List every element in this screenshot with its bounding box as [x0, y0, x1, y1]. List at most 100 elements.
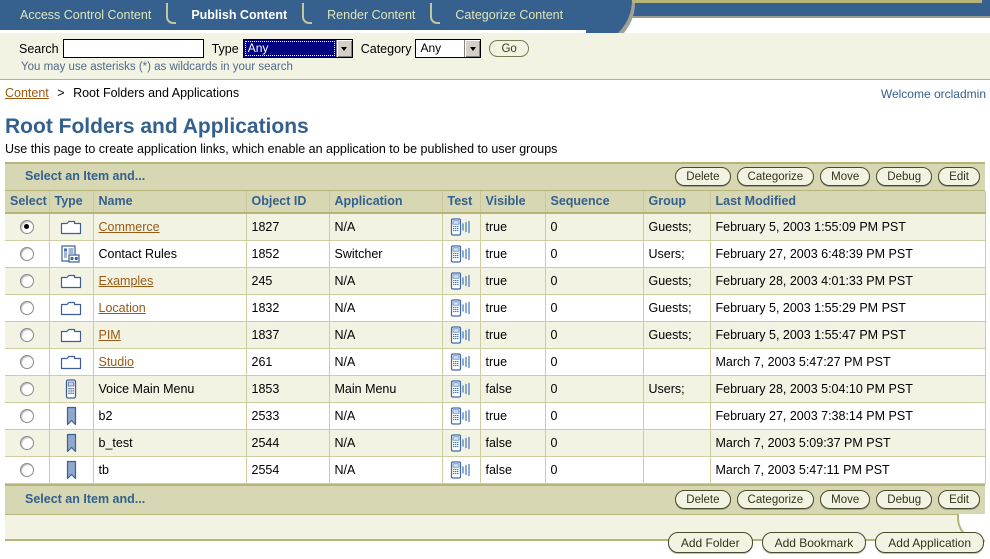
col-object-id: Object ID: [246, 191, 330, 214]
row-type-cell: [49, 294, 94, 322]
row-visible-cell: true: [480, 213, 546, 241]
add-bookmark-button[interactable]: Add Bookmark: [761, 532, 867, 553]
row-object-id-cell: 1827: [246, 213, 330, 241]
phone-test-icon[interactable]: [450, 380, 472, 398]
category-select-value: Any: [420, 41, 442, 55]
row-last-modified-cell: March 7, 2003 5:47:27 PM PST: [710, 348, 986, 376]
row-type-cell: [49, 456, 94, 484]
row-name-cell: PIM: [93, 321, 247, 349]
search-hint: You may use asterisks (*) as wildcards i…: [21, 61, 293, 73]
row-type-cell: [49, 429, 94, 457]
row-select-cell: [5, 429, 50, 457]
search-input[interactable]: [62, 39, 204, 58]
debug-button[interactable]: Debug: [876, 167, 933, 186]
row-test-cell: [442, 213, 481, 241]
phone-test-icon[interactable]: [450, 299, 472, 317]
bottom-action-bar: Select an Item and... Delete Categorize …: [5, 484, 985, 515]
go-button[interactable]: Go: [489, 40, 529, 57]
row-radio[interactable]: [19, 463, 34, 478]
row-type-cell: [49, 213, 94, 241]
row-sequence-cell: 0: [545, 456, 644, 484]
phone-test-icon[interactable]: [450, 272, 472, 290]
categorize-button[interactable]: Categorize: [736, 167, 815, 186]
row-radio[interactable]: [19, 409, 34, 424]
row-name-cell: tb: [93, 456, 247, 484]
add-folder-button[interactable]: Add Folder: [667, 532, 753, 553]
delete-button[interactable]: Delete: [675, 167, 731, 186]
top-action-bar: Select an Item and... Delete Categorize …: [5, 162, 985, 191]
row-name-link[interactable]: Commerce: [99, 220, 160, 234]
tab-categorize-content[interactable]: Categorize Content: [441, 0, 577, 30]
row-radio[interactable]: [19, 355, 34, 370]
row-radio[interactable]: [19, 328, 34, 343]
edit-button-bottom[interactable]: Edit: [938, 490, 980, 509]
row-radio[interactable]: [19, 382, 34, 397]
phone-test-icon[interactable]: [450, 353, 472, 371]
type-label: Type: [211, 41, 239, 56]
type-select[interactable]: Any: [242, 39, 353, 58]
folder-icon: [60, 219, 82, 235]
row-name-link[interactable]: Studio: [99, 355, 134, 369]
row-last-modified-cell: February 28, 2003 5:04:10 PM PST: [710, 375, 986, 403]
category-select[interactable]: Any: [415, 39, 482, 58]
row-application-cell: Switcher: [329, 240, 443, 268]
debug-button-bottom[interactable]: Debug: [876, 490, 933, 509]
phone-test-icon[interactable]: [450, 326, 472, 344]
row-name-cell: b_test: [93, 429, 247, 457]
bookmark-icon: [66, 460, 77, 480]
chevron-down-icon[interactable]: [464, 40, 481, 57]
row-name-text: b_test: [98, 436, 133, 450]
tab-access-control-content[interactable]: Access Control Content: [6, 0, 165, 30]
tab-publish-content[interactable]: Publish Content: [177, 0, 301, 30]
folder-icon: [60, 300, 82, 316]
phone-test-icon[interactable]: [450, 218, 472, 236]
row-application-cell: N/A: [329, 267, 443, 295]
phone-test-icon[interactable]: [450, 434, 472, 452]
row-sequence-cell: 0: [545, 267, 644, 295]
page-description: Use this page to create application link…: [5, 142, 558, 156]
row-sequence-cell: 0: [545, 213, 644, 241]
edit-button[interactable]: Edit: [938, 167, 980, 186]
breadcrumb-current: Root Folders and Applications: [73, 86, 240, 100]
row-radio[interactable]: [19, 220, 34, 235]
row-object-id-cell: 2554: [246, 456, 330, 484]
row-name-link[interactable]: Location: [99, 301, 146, 315]
row-radio[interactable]: [19, 436, 34, 451]
chevron-down-icon[interactable]: [335, 40, 352, 57]
phone-test-icon[interactable]: [450, 461, 472, 479]
row-type-cell: [49, 240, 94, 268]
phone-test-icon[interactable]: [450, 245, 472, 263]
row-name-link[interactable]: PIM: [99, 328, 121, 342]
move-button[interactable]: Move: [820, 167, 871, 186]
row-application-cell: N/A: [329, 213, 443, 241]
move-button-bottom[interactable]: Move: [820, 490, 871, 509]
phone-app-icon: [65, 379, 77, 399]
content-table: Select Type Name Object ID Application T…: [5, 191, 986, 484]
delete-button-bottom[interactable]: Delete: [675, 490, 731, 509]
phone-test-icon[interactable]: [450, 407, 472, 425]
row-visible-cell: true: [480, 402, 546, 430]
row-group-cell: Users;: [643, 375, 711, 403]
table-body: Commerce 1827 N/A true 0 Guests; February 5, 2…: [5, 213, 986, 484]
page-title: Root Folders and Applications: [5, 115, 309, 138]
table-row: PIM 1837 N/A true 0 Guests; February 5, 2003 1…: [5, 321, 986, 349]
row-visible-cell: true: [480, 240, 546, 268]
row-test-cell: [442, 294, 481, 322]
row-radio[interactable]: [19, 274, 34, 289]
row-name-link[interactable]: Examples: [99, 274, 154, 288]
tab-render-content[interactable]: Render Content: [313, 0, 429, 30]
categorize-button-bottom[interactable]: Categorize: [736, 490, 815, 509]
row-application-cell: N/A: [329, 321, 443, 349]
row-application-cell: N/A: [329, 456, 443, 484]
add-application-button[interactable]: Add Application: [875, 532, 984, 553]
row-radio[interactable]: [19, 247, 34, 262]
row-name-cell: Voice Main Menu: [93, 375, 247, 403]
row-object-id-cell: 2533: [246, 402, 330, 430]
breadcrumb-separator: >: [57, 86, 65, 100]
breadcrumb-link-content[interactable]: Content: [5, 86, 49, 100]
row-type-cell: [49, 321, 94, 349]
row-application-cell: N/A: [329, 294, 443, 322]
row-radio[interactable]: [19, 301, 34, 316]
row-name-text: Contact Rules: [98, 247, 178, 261]
row-group-cell: [643, 429, 711, 457]
